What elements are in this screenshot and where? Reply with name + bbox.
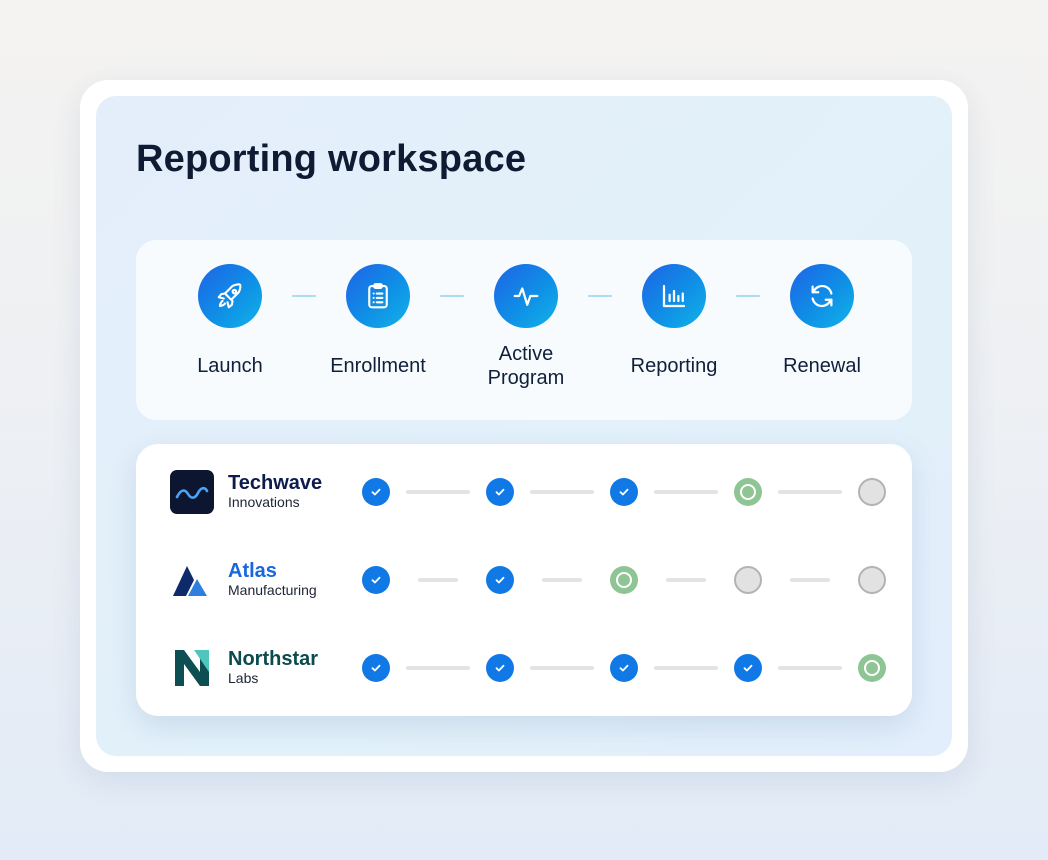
- progress-track: [530, 666, 594, 670]
- progress-track: [406, 490, 470, 494]
- bar-chart-icon: [642, 264, 706, 328]
- status-pending: [858, 478, 886, 506]
- atlas-logo: [170, 558, 214, 602]
- status-in-progress: [858, 654, 886, 682]
- company-subtitle: Labs: [228, 670, 259, 686]
- stage-label: Active Program: [487, 343, 565, 389]
- stage-label: Enrollment: [330, 355, 426, 377]
- progress-track: [778, 666, 842, 670]
- clipboard-icon: [346, 264, 410, 328]
- stage-reporting[interactable]: Reporting: [604, 264, 744, 390]
- check-icon: [495, 576, 505, 584]
- activity-pulse-icon: [494, 264, 558, 328]
- status-completed: [734, 654, 762, 682]
- progress-track: [654, 490, 718, 494]
- progress-track: [778, 490, 842, 494]
- company-subtitle: Manufacturing: [228, 582, 317, 598]
- status-completed: [362, 654, 390, 682]
- status-completed: [486, 478, 514, 506]
- stage-active-program[interactable]: Active Program: [456, 264, 596, 390]
- progress-track: [654, 666, 718, 670]
- stage-enrollment[interactable]: Enrollment: [308, 264, 448, 390]
- stage-label: Launch: [197, 355, 263, 377]
- progress-track: [790, 578, 830, 582]
- company-row-atlas[interactable]: Atlas Manufacturing: [136, 552, 912, 608]
- stages-card: Launch Enrollment Active Program Reporti…: [136, 240, 912, 420]
- company-name: Techwave: [228, 472, 323, 494]
- status-completed: [362, 478, 390, 506]
- check-icon: [619, 664, 629, 672]
- check-icon: [495, 488, 505, 496]
- company-name: Northstar: [228, 648, 319, 670]
- status-pending: [734, 566, 762, 594]
- status-completed: [486, 654, 514, 682]
- company-progress-card: Techwave Innovations Atlas Manufacturing…: [136, 444, 912, 716]
- status-completed: [362, 566, 390, 594]
- refresh-icon: [790, 264, 854, 328]
- progress-track: [418, 578, 458, 582]
- check-icon: [495, 664, 505, 672]
- status-completed: [486, 566, 514, 594]
- company-name: Atlas: [228, 560, 277, 582]
- check-icon: [619, 488, 629, 496]
- company-subtitle: Innovations: [228, 494, 300, 510]
- status-completed: [610, 654, 638, 682]
- check-icon: [371, 488, 381, 496]
- check-icon: [743, 664, 753, 672]
- status-pending: [858, 566, 886, 594]
- stage-label: Reporting: [630, 355, 718, 377]
- stage-label: Renewal: [783, 355, 861, 377]
- status-completed: [610, 478, 638, 506]
- techwave-logo: [170, 470, 214, 514]
- status-in-progress: [610, 566, 638, 594]
- stage-launch[interactable]: Launch: [160, 264, 300, 390]
- company-row-northstar[interactable]: Northstar Labs: [136, 640, 912, 696]
- northstar-logo: [170, 646, 214, 690]
- check-icon: [371, 664, 381, 672]
- workspace-panel: Reporting workspace Launch Enrollment Ac…: [96, 96, 952, 756]
- progress-track: [406, 666, 470, 670]
- progress-track: [530, 490, 594, 494]
- progress-track: [542, 578, 582, 582]
- stage-renewal[interactable]: Renewal: [752, 264, 892, 390]
- status-in-progress: [734, 478, 762, 506]
- rocket-icon: [198, 264, 262, 328]
- progress-track: [666, 578, 706, 582]
- check-icon: [371, 576, 381, 584]
- workspace-card: Reporting workspace Launch Enrollment Ac…: [80, 80, 968, 772]
- company-row-techwave[interactable]: Techwave Innovations: [136, 464, 912, 520]
- page-title: Reporting workspace: [136, 138, 527, 180]
